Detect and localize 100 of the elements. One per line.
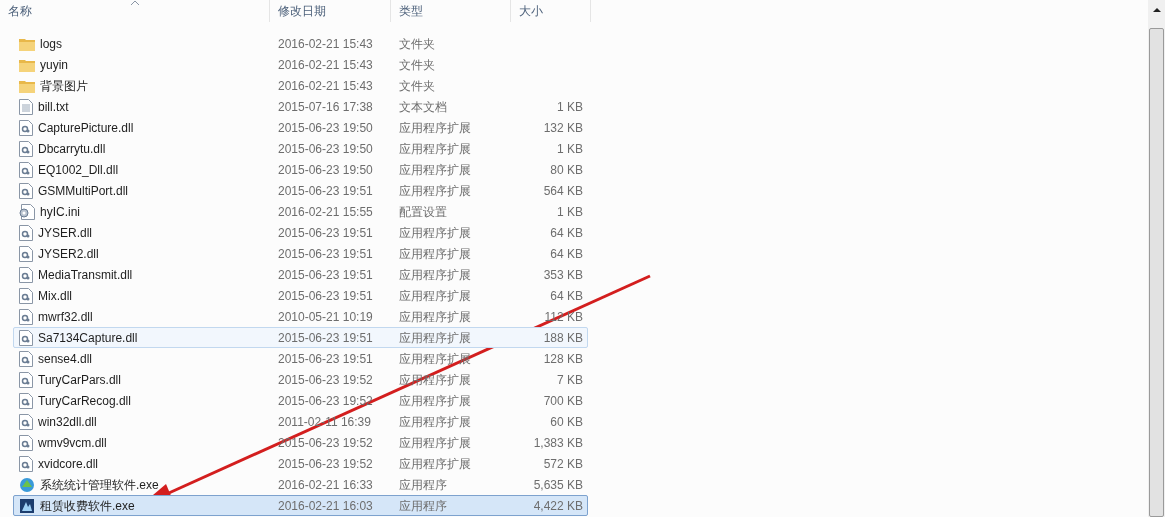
text-file-icon — [19, 98, 33, 115]
file-row[interactable]: TuryCarRecog.dll 2015-06-23 19:52 应用程序扩展 700 KB — [13, 390, 588, 411]
size-cell-text: 1 KB — [556, 203, 583, 221]
file-row[interactable]: 系统统计管理软件.exe 2016-02-21 16:33 应用程序 5,635 KB — [13, 474, 588, 495]
file-row[interactable]: logs 2016-02-21 15:43 文件夹 — [13, 33, 588, 54]
file-row[interactable]: 背景图片 2016-02-21 15:43 文件夹 — [13, 75, 588, 96]
file-name: hyIC.ini — [40, 203, 80, 221]
size-cell-text: 64 KB — [549, 245, 583, 263]
date-cell-text: 2015-06-23 19:51 — [277, 266, 374, 284]
column-header[interactable]: 修改日期 — [270, 0, 391, 22]
size-cell-text: 60 KB — [549, 413, 583, 431]
file-row[interactable]: hyIC.ini 2016-02-21 15:55 配置设置 1 KB — [13, 201, 588, 222]
file-row[interactable]: CapturePicture.dll 2015-06-23 19:50 应用程序扩展 132 KB — [13, 117, 588, 138]
file-name: CapturePicture.dll — [38, 119, 134, 137]
date-cell-text: 2015-06-23 19:51 — [277, 224, 374, 242]
size-cell-text: 128 KB — [542, 350, 583, 368]
file-row[interactable]: sense4.dll 2015-06-23 19:51 应用程序扩展 128 KB — [13, 348, 588, 369]
type-cell-text: 应用程序扩展 — [398, 413, 472, 431]
scroll-thumb[interactable] — [1149, 28, 1164, 517]
type-cell-text: 文本文档 — [398, 98, 448, 116]
file-name: Dbcarrytu.dll — [38, 140, 106, 158]
date-cell-text: 2016-02-21 15:43 — [277, 77, 374, 95]
date-cell-text: 2015-06-23 19:52 — [277, 371, 374, 389]
file-name: TuryCarRecog.dll — [38, 392, 131, 410]
file-row[interactable]: GSMMultiPort.dll 2015-06-23 19:51 应用程序扩展 564 KB — [13, 180, 588, 201]
size-cell-text: 572 KB — [542, 455, 583, 473]
file-name: GSMMultiPort.dll — [38, 182, 129, 200]
file-row[interactable]: EQ1002_Dll.dll 2015-06-23 19:50 应用程序扩展 80 KB — [13, 159, 588, 180]
file-row[interactable]: wmv9vcm.dll 2015-06-23 19:52 应用程序扩展 1,383 KB — [13, 432, 588, 453]
size-cell-text: 64 KB — [549, 287, 583, 305]
file-name: Mix.dll — [38, 287, 72, 305]
folder-icon — [19, 78, 35, 93]
file-name: wmv9vcm.dll — [38, 434, 107, 452]
date-cell-text: 2015-06-23 19:51 — [277, 182, 374, 200]
type-cell-text: 应用程序扩展 — [398, 245, 472, 263]
date-cell-text: 2016-02-21 15:55 — [277, 203, 374, 221]
column-header[interactable]: 类型 — [391, 0, 511, 22]
type-cell-text: 应用程序 — [398, 476, 448, 494]
date-cell-text: 2015-06-23 19:51 — [277, 287, 374, 305]
file-row[interactable]: Mix.dll 2015-06-23 19:51 应用程序扩展 64 KB — [13, 285, 588, 306]
date-cell-text: 2015-06-23 19:50 — [277, 161, 374, 179]
file-row[interactable]: JYSER2.dll 2015-06-23 19:51 应用程序扩展 64 KB — [13, 243, 588, 264]
file-name: JYSER2.dll — [38, 245, 99, 263]
date-cell-text: 2015-07-16 17:38 — [277, 98, 374, 116]
file-name: 租赁收费软件.exe — [40, 497, 135, 515]
date-cell-text: 2016-02-21 16:33 — [277, 476, 374, 494]
size-cell-text: 4,422 KB — [532, 497, 583, 515]
file-name: EQ1002_Dll.dll — [38, 161, 119, 179]
type-cell-text: 应用程序扩展 — [398, 161, 472, 179]
date-cell-text: 2016-02-21 15:43 — [277, 56, 374, 74]
file-name: mwrf32.dll — [38, 308, 93, 326]
size-cell-text: 700 KB — [542, 392, 583, 410]
app-icon — [19, 497, 35, 514]
file-name: 系统统计管理软件.exe — [40, 476, 159, 494]
type-cell-text: 应用程序扩展 — [398, 392, 472, 410]
column-header[interactable]: 大小 — [511, 0, 591, 22]
size-cell-text: 64 KB — [549, 224, 583, 242]
file-row[interactable]: MediaTransmit.dll 2015-06-23 19:51 应用程序扩展 353 KB — [13, 264, 588, 285]
file-name: xvidcore.dll — [38, 455, 99, 473]
scrollbar[interactable] — [1148, 0, 1165, 517]
size-cell-text: 80 KB — [549, 161, 583, 179]
file-name: bill.txt — [38, 98, 69, 116]
date-cell-text: 2015-06-23 19:51 — [277, 245, 374, 263]
size-cell-text: 1 KB — [556, 98, 583, 116]
type-cell-text: 应用程序扩展 — [398, 266, 472, 284]
size-cell-text: 564 KB — [542, 182, 583, 200]
file-row[interactable]: 租赁收费软件.exe 2016-02-21 16:03 应用程序 4,422 KB — [13, 495, 588, 516]
type-cell-text: 应用程序扩展 — [398, 434, 472, 452]
app-icon — [19, 476, 35, 493]
scroll-up-icon[interactable] — [1152, 7, 1161, 12]
file-row[interactable]: yuyin 2016-02-21 15:43 文件夹 — [13, 54, 588, 75]
file-row[interactable]: xvidcore.dll 2015-06-23 19:52 应用程序扩展 572 KB — [13, 453, 588, 474]
size-cell-text: 1 KB — [556, 140, 583, 158]
size-cell-text: 188 KB — [542, 329, 583, 347]
folder-icon — [19, 36, 35, 51]
type-cell-text: 应用程序扩展 — [398, 455, 472, 473]
file-row[interactable]: Sa7134Capture.dll 2015-06-23 19:51 应用程序扩展 188 KB — [13, 327, 588, 348]
date-cell-text: 2015-06-23 19:51 — [277, 350, 374, 368]
file-name: JYSER.dll — [38, 224, 93, 242]
file-row[interactable]: Dbcarrytu.dll 2015-06-23 19:50 应用程序扩展 1 KB — [13, 138, 588, 159]
column-header[interactable]: 名称 — [0, 0, 270, 22]
type-cell-text: 文件夹 — [398, 35, 436, 53]
date-cell-text: 2015-06-23 19:52 — [277, 434, 374, 452]
file-name: win32dll.dll — [38, 413, 97, 431]
file-name: 背景图片 — [40, 77, 88, 95]
file-row[interactable]: bill.txt 2015-07-16 17:38 文本文档 1 KB — [13, 96, 588, 117]
size-cell-text: 1,383 KB — [532, 434, 583, 452]
type-cell-text: 应用程序扩展 — [398, 287, 472, 305]
file-name: sense4.dll — [38, 350, 93, 368]
type-cell-text: 应用程序扩展 — [398, 140, 472, 158]
date-cell-text: 2016-02-21 15:43 — [277, 35, 374, 53]
settings-file-icon — [19, 203, 35, 220]
size-cell-text: 353 KB — [542, 266, 583, 284]
type-cell-text: 应用程序扩展 — [398, 329, 472, 347]
size-cell-text: 132 KB — [542, 119, 583, 137]
date-cell-text: 2015-06-23 19:52 — [277, 392, 374, 410]
file-row[interactable]: JYSER.dll 2015-06-23 19:51 应用程序扩展 64 KB — [13, 222, 588, 243]
type-cell-text: 应用程序扩展 — [398, 182, 472, 200]
type-cell-text: 文件夹 — [398, 56, 436, 74]
file-name: MediaTransmit.dll — [38, 266, 133, 284]
